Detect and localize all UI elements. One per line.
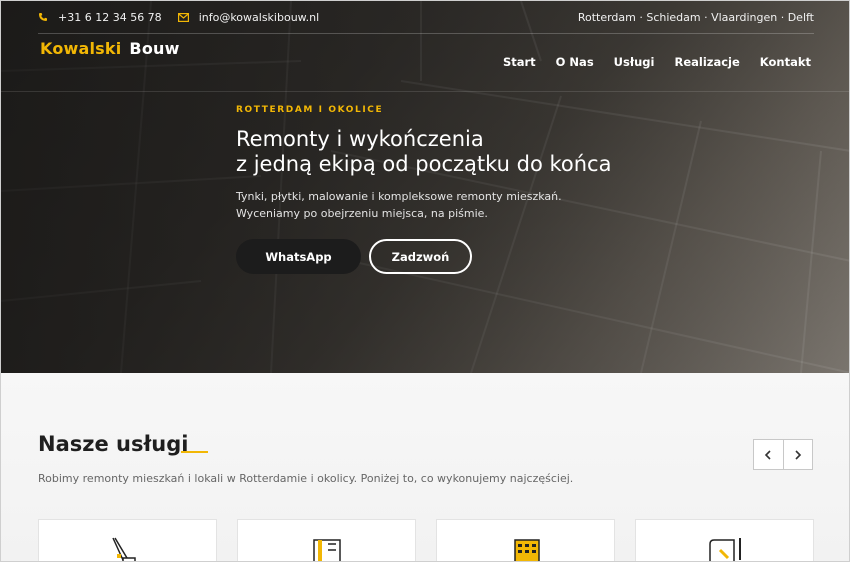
email-contact[interactable]: info@kowalskibouw.nl bbox=[177, 10, 320, 24]
blueprint-icon bbox=[313, 539, 341, 561]
services-subtitle: Robimy remonty mieszkań i lokali w Rotte… bbox=[38, 472, 574, 485]
hero-title-line2: z jedną ekipą od początku do końca bbox=[236, 152, 612, 176]
phone-contact[interactable]: +31 6 12 34 56 78 bbox=[38, 11, 162, 24]
chevron-right-icon bbox=[795, 449, 801, 460]
service-card-4[interactable] bbox=[635, 519, 814, 561]
hero-lead-line2: Wyceniamy po obejrzeniu miejsca, na piśm… bbox=[236, 207, 488, 220]
carousel-prev-button[interactable] bbox=[754, 440, 783, 469]
plans-pencil-icon bbox=[709, 538, 741, 561]
building-icon bbox=[514, 539, 540, 561]
service-cities: Rotterdam · Schiedam · Vlaardingen · Del… bbox=[577, 10, 814, 24]
chevron-left-icon bbox=[765, 449, 771, 460]
hero-title-line1: Remonty i wykończenia bbox=[236, 127, 484, 151]
nav-item-start[interactable]: Start bbox=[503, 55, 536, 69]
phone-icon bbox=[38, 12, 48, 22]
nav-item-uslugi[interactable]: Usługi bbox=[614, 55, 655, 69]
nav-item-o-nas[interactable]: O Nas bbox=[556, 55, 594, 69]
whatsapp-button[interactable]: WhatsApp bbox=[236, 239, 361, 274]
nav-divider bbox=[1, 91, 849, 92]
hero-lead-line1: Tynki, płytki, malowanie i kompleksowe r… bbox=[236, 190, 562, 203]
carousel-next-button[interactable] bbox=[782, 440, 813, 469]
phone-number: +31 6 12 34 56 78 bbox=[58, 10, 162, 24]
brand-logo[interactable]: Kowalski Bouw bbox=[40, 39, 180, 58]
service-card-3[interactable] bbox=[436, 519, 615, 561]
service-card-1[interactable] bbox=[38, 519, 217, 561]
hero-eyebrow: ROTTERDAM I OKOLICE bbox=[236, 105, 384, 115]
service-card-2[interactable] bbox=[237, 519, 416, 561]
top-contact-bar: +31 6 12 34 56 78 info@kowalskibouw.nl R… bbox=[38, 1, 814, 34]
hero-title: Remonty i wykończenia z jedną ekipą od p… bbox=[236, 127, 611, 177]
page-frame: +31 6 12 34 56 78 info@kowalskibouw.nl R… bbox=[0, 0, 850, 562]
crane-icon bbox=[112, 537, 136, 561]
call-button[interactable]: Zadzwoń bbox=[369, 239, 472, 274]
services-title-underline bbox=[181, 451, 208, 453]
nav-item-kontakt[interactable]: Kontakt bbox=[760, 55, 811, 69]
hero-section: +31 6 12 34 56 78 info@kowalskibouw.nl R… bbox=[1, 1, 849, 373]
main-nav: Start O Nas Usługi Realizacje Kontakt bbox=[503, 55, 811, 69]
hero-lead: Tynki, płytki, malowanie i kompleksowe r… bbox=[236, 188, 562, 222]
services-section: Nasze usługi Robimy remonty mieszkań i l… bbox=[1, 373, 849, 561]
brand-name-part1: Kowalski bbox=[40, 39, 122, 58]
nav-item-realizacje[interactable]: Realizacje bbox=[674, 55, 739, 69]
services-title: Nasze usługi bbox=[38, 432, 189, 456]
email-address: info@kowalskibouw.nl bbox=[198, 10, 320, 24]
brand-name-part2: Bouw bbox=[129, 39, 180, 58]
envelope-icon bbox=[177, 12, 189, 22]
carousel-controls bbox=[753, 439, 813, 470]
